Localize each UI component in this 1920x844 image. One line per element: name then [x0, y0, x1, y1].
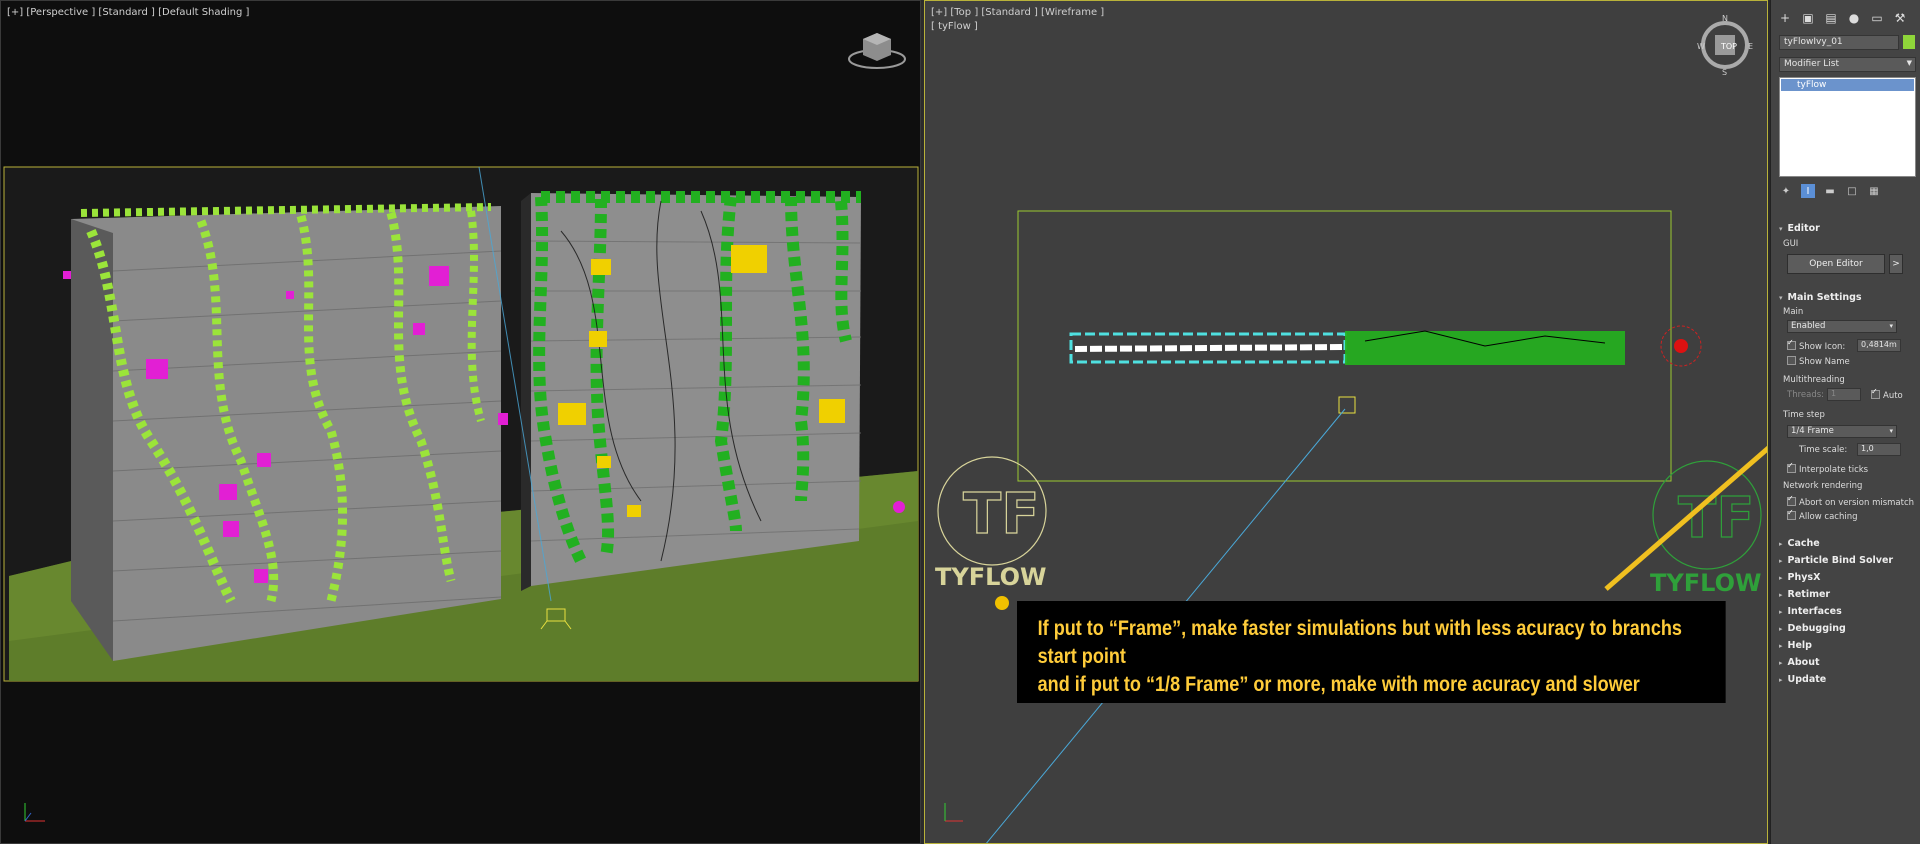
annotation-line-1: If put to “Frame”, make faster simulatio… — [1037, 617, 1682, 668]
editor-more-button[interactable]: > — [1889, 254, 1903, 274]
svg-text:TYFLOW: TYFLOW — [1650, 569, 1761, 597]
rollout-editor[interactable]: Editor — [1779, 222, 1916, 236]
enabled-dropdown[interactable]: Enabled — [1787, 320, 1897, 333]
show-name-checkbox[interactable]: Show Name — [1787, 356, 1850, 367]
network-rendering-label: Network rendering — [1783, 481, 1863, 491]
stack-toolbar: ✦ I ▬ □ ▦ — [1779, 183, 1916, 199]
viewcube-compass-icon: TOP — [1701, 21, 1749, 69]
top-viewport[interactable]: [+] [Top ] [Standard ] [Wireframe ] [ ty… — [924, 0, 1768, 844]
perspective-viewport[interactable]: [+] [Perspective ] [Standard ] [Default … — [0, 0, 921, 844]
rollout-about[interactable]: About — [1779, 656, 1916, 670]
time-scale-label: Time scale: — [1799, 445, 1848, 455]
rollout-interfaces[interactable]: Interfaces — [1779, 605, 1916, 619]
tyflow-logo-icon: TF TYFLOW — [935, 456, 1047, 591]
rollout-retimer[interactable]: Retimer — [1779, 588, 1916, 602]
time-step-dropdown[interactable]: 1/4 Frame — [1787, 425, 1897, 438]
axis-gizmo-icon — [944, 803, 963, 822]
rollout-update[interactable]: Update — [1779, 673, 1916, 687]
perspective-scene — [3, 33, 919, 822]
abort-version-checkbox[interactable]: Abort on version mismatch — [1787, 494, 1914, 508]
command-panel-tabs: + ▣ ▤ ● ▭ ⚒ — [1777, 10, 1914, 28]
viewcube-icon — [848, 33, 906, 69]
open-editor-button[interactable]: Open Editor — [1787, 254, 1885, 274]
svg-text:TF: TF — [963, 482, 1039, 547]
modify-icon[interactable]: ▣ — [1800, 10, 1816, 26]
allow-caching-checkbox[interactable]: Allow caching — [1787, 508, 1857, 522]
compass-east: E — [1748, 42, 1753, 51]
svg-text:TOP: TOP — [1720, 42, 1737, 51]
show-end-result-icon[interactable]: I — [1801, 184, 1815, 198]
rollout-physx[interactable]: PhysX — [1779, 571, 1916, 585]
gui-label: GUI — [1783, 239, 1799, 249]
interpolate-ticks-checkbox[interactable]: Interpolate ticks — [1787, 461, 1868, 475]
compass-south: S — [1722, 68, 1727, 77]
axis-gizmo-icon — [24, 803, 45, 822]
annotation-box: If put to “Frame”, make faster simulatio… — [1017, 601, 1726, 703]
rollout-help[interactable]: Help — [1779, 639, 1916, 653]
compass-west: W — [1697, 42, 1705, 51]
hierarchy-icon[interactable]: ▤ — [1823, 10, 1839, 26]
rollout-particle-bind-solver[interactable]: Particle Bind Solver — [1779, 554, 1916, 568]
rollout-main-settings[interactable]: Main Settings — [1779, 291, 1916, 305]
display-icon[interactable]: ▭ — [1869, 10, 1885, 26]
make-unique-icon[interactable]: ▬ — [1823, 184, 1837, 198]
configure-sets-icon[interactable]: ▦ — [1867, 184, 1881, 198]
top-scene: TOP N S E W TF TYFLOW TF TYFLOW — [935, 14, 1767, 843]
rollout-cache[interactable]: Cache — [1779, 537, 1916, 551]
compass-north: N — [1722, 14, 1728, 23]
time-step-label: Time step — [1783, 410, 1825, 420]
stack-item-tyflow[interactable]: tyFlow — [1781, 79, 1914, 91]
icon-size-spinner[interactable]: 0,4814m — [1857, 339, 1901, 352]
motion-icon[interactable]: ● — [1846, 10, 1862, 26]
rollout-debugging[interactable]: Debugging — [1779, 622, 1916, 636]
show-icon-checkbox[interactable]: Show Icon: — [1787, 338, 1845, 352]
modifier-stack[interactable]: tyFlow — [1779, 77, 1916, 177]
annotation-line-2: and if put to “1/8 Frame” or more, make … — [1037, 673, 1640, 696]
threads-spinner[interactable]: 1 — [1827, 388, 1861, 401]
svg-text:TYFLOW: TYFLOW — [935, 563, 1046, 591]
utilities-icon[interactable]: ⚒ — [1892, 10, 1908, 26]
main-group-label: Main — [1783, 307, 1804, 317]
object-name-field[interactable]: tyFlowIvy_01 — [1779, 35, 1899, 50]
time-scale-spinner[interactable]: 1,0 — [1857, 443, 1901, 456]
modifier-list-dropdown[interactable]: Modifier List ▼ — [1779, 57, 1916, 72]
threads-label: Threads: — [1787, 390, 1825, 400]
multithreading-label: Multithreading — [1783, 375, 1845, 385]
create-icon[interactable]: + — [1777, 10, 1793, 26]
pin-stack-icon[interactable]: ✦ — [1779, 184, 1793, 198]
auto-checkbox[interactable]: Auto — [1871, 387, 1903, 401]
command-panel: + ▣ ▤ ● ▭ ⚒ tyFlowIvy_01 Modifier List ▼ … — [1770, 0, 1920, 844]
remove-modifier-icon[interactable]: □ — [1845, 184, 1859, 198]
object-color-swatch[interactable] — [1903, 35, 1915, 49]
